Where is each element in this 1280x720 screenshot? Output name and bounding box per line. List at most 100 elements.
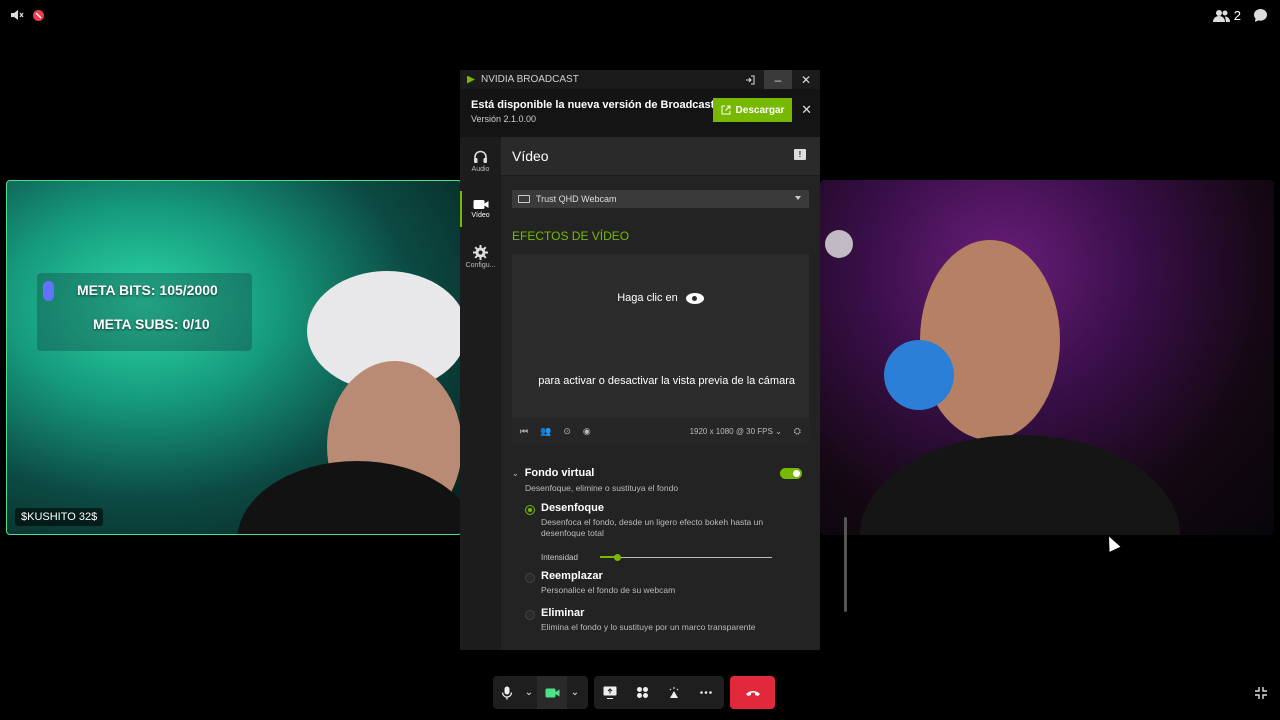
screen-share-button[interactable]	[594, 676, 626, 709]
camera-button[interactable]	[537, 676, 567, 709]
chevron-down-icon[interactable]: ⌄	[512, 469, 519, 478]
speaker-muted-icon[interactable]	[10, 8, 24, 22]
soundboard-icon	[669, 687, 678, 698]
gear-icon	[473, 245, 488, 260]
skip-back-icon[interactable]: ⏮	[520, 426, 528, 437]
meta-bits-label: META BITS: 105/2000	[77, 282, 218, 298]
nvidia-logo-icon	[467, 75, 475, 84]
window-title: NVIDIA BROADCAST	[481, 74, 579, 85]
effect-title: Fondo virtual	[524, 467, 595, 479]
resolution-select[interactable]: 1920 x 1080 @ 30 FPS ⌄	[690, 427, 782, 436]
broadcast-sidebar: Audio Vídeo Configu...	[460, 137, 501, 650]
preview-hint-line2: para activar o desactivar la vista previ…	[538, 375, 795, 387]
sidebar-item-video[interactable]: Vídeo	[460, 185, 501, 233]
nvidia-broadcast-window: NVIDIA BROADCAST – ✕ Está disponible la …	[460, 70, 847, 650]
effect-description: Desenfoque, elimine o sustituya el fondo	[525, 483, 679, 493]
radio-replace[interactable]	[525, 573, 535, 583]
option-title: Reemplazar	[541, 570, 603, 582]
webcam-icon	[518, 195, 530, 203]
eye-icon[interactable]	[685, 292, 704, 304]
resolution-value: 1920 x 1080 @ 30 FPS	[689, 426, 773, 436]
soundboard-button[interactable]	[658, 676, 690, 709]
preview-hint-line1: Haga clic en	[512, 292, 809, 304]
hang-up-icon	[745, 690, 760, 696]
sign-in-button[interactable]	[736, 70, 764, 89]
participant-count: 2	[1233, 8, 1241, 23]
recording-off-icon[interactable]	[32, 8, 45, 22]
person-body	[860, 435, 1180, 535]
video-panel: Vídeo ! Trust QHD Webcam EFECTOS DE VÍDE…	[501, 137, 847, 650]
intensity-row: Intensidad	[541, 550, 781, 564]
option-title: Eliminar	[541, 607, 585, 619]
chat-icon[interactable]	[1253, 8, 1268, 23]
camera-select[interactable]: Trust QHD Webcam	[512, 190, 809, 208]
activities-button[interactable]	[626, 676, 658, 709]
update-title: Está disponible la nueva versión de Broa…	[471, 99, 715, 111]
media-controls: ⌄ ⌄	[493, 676, 588, 709]
ring-light	[825, 230, 853, 258]
panel-header: Vídeo !	[501, 137, 820, 176]
microphone-options-button[interactable]: ⌄	[521, 676, 537, 709]
people-frame-icon[interactable]: 👥	[540, 426, 551, 437]
more-options-button[interactable]	[690, 676, 722, 709]
update-version: Versión 2.1.0.00	[471, 114, 537, 124]
video-camera-icon	[473, 200, 488, 209]
download-button[interactable]: Descargar	[713, 98, 792, 122]
participant-video-right[interactable]	[820, 180, 1274, 535]
participant-video-left[interactable]: META BITS: 105/2000 META SUBS: 0/10 $KUS…	[6, 180, 462, 535]
headphones-icon	[474, 150, 487, 163]
intensity-label: Intensidad	[541, 552, 578, 562]
effect-toggle[interactable]	[780, 467, 802, 479]
person-head	[920, 240, 1060, 440]
update-banner: Está disponible la nueva versión de Broa…	[460, 89, 820, 137]
microphone-button[interactable]	[493, 676, 521, 709]
option-description: Personalice el fondo de su webcam	[541, 585, 676, 595]
option-description: Elimina el fondo y lo sustituye por un m…	[541, 622, 756, 632]
top-right-controls: 2	[1212, 8, 1268, 23]
effect-header[interactable]: ⌄ Fondo virtual	[512, 467, 802, 479]
sign-in-icon	[746, 75, 755, 84]
option-replace[interactable]: Reemplazar Personalice el fondo de su we…	[525, 570, 785, 596]
camera-settings-icon[interactable]: ⊙	[563, 426, 571, 437]
option-blur[interactable]: Desenfoque Desenfoca el fondo, desde un …	[525, 502, 785, 540]
call-actions	[594, 676, 724, 709]
chevron-down-icon	[795, 196, 801, 200]
video-camera-icon	[545, 688, 559, 697]
camera-select-value: Trust QHD Webcam	[536, 194, 617, 204]
sidebar-item-label: Vídeo	[471, 212, 490, 219]
window-titlebar: NVIDIA BROADCAST – ✕	[460, 70, 820, 89]
end-call-button[interactable]	[730, 676, 775, 709]
banner-close-button[interactable]: ✕	[801, 102, 812, 118]
intensity-slider[interactable]	[599, 553, 772, 561]
minimize-button[interactable]: –	[764, 70, 792, 89]
participants-button[interactable]: 2	[1212, 8, 1241, 23]
headphones	[884, 340, 954, 410]
preview-hint-text: Haga clic en	[617, 292, 678, 304]
option-remove[interactable]: Eliminar Elimina el fondo y lo sustituye…	[525, 607, 785, 633]
camera-options-button[interactable]: ⌄	[567, 676, 583, 709]
effect-virtual-background: ⌄ Fondo virtual Desenfoque, elimine o su…	[512, 467, 802, 493]
camera-preview[interactable]: Haga clic en para activar o desactivar l…	[512, 254, 809, 444]
scrollbar[interactable]	[844, 517, 847, 612]
top-left-icons	[10, 8, 45, 22]
meta-subs-label: META SUBS: 0/10	[93, 316, 210, 332]
microphone-icon	[501, 686, 513, 699]
close-button[interactable]: ✕	[792, 70, 820, 89]
preview-eye-icon[interactable]: ◉	[583, 426, 591, 437]
goal-indicator	[43, 281, 54, 301]
download-label: Descargar	[735, 104, 785, 116]
slider-thumb[interactable]	[614, 553, 622, 561]
option-description: Desenfoca el fondo, desde un ligero efec…	[541, 517, 764, 539]
screen-share-icon	[603, 686, 617, 699]
feedback-icon[interactable]: !	[794, 149, 806, 160]
sidebar-item-settings[interactable]: Configu...	[460, 233, 501, 281]
page-title: Vídeo	[512, 148, 549, 164]
sidebar-item-audio[interactable]: Audio	[460, 137, 501, 185]
activities-icon	[636, 687, 648, 698]
radio-blur[interactable]	[525, 505, 535, 515]
effects-icon[interactable]: ⛭	[794, 426, 801, 437]
mouse-cursor	[1103, 534, 1121, 552]
minimize-view-icon[interactable]	[1254, 686, 1268, 700]
preview-toolbar: ⏮ 👥 ⊙ ◉ 1920 x 1080 @ 30 FPS ⌄ ⛭	[512, 418, 809, 444]
radio-remove[interactable]	[525, 610, 535, 620]
